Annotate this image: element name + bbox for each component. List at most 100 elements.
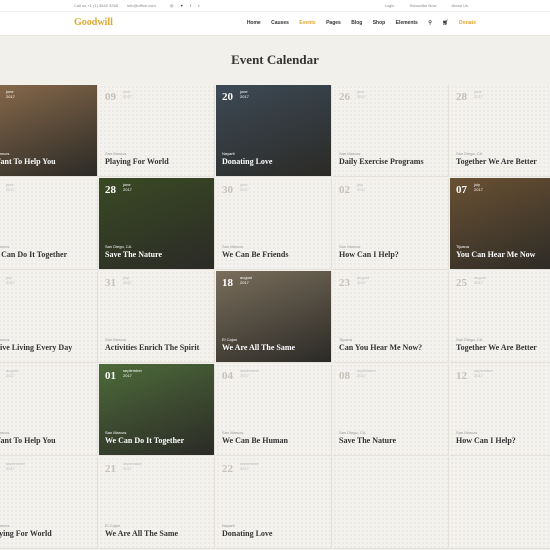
event-name[interactable]: Can You Hear Me Now? bbox=[339, 343, 422, 352]
event-day: 23 bbox=[339, 277, 350, 289]
event-year: 2017 bbox=[474, 279, 483, 285]
event-month: september 2017 bbox=[357, 368, 376, 378]
event-cell[interactable]: 08 september 2017 San Diego, CA Save The Nat… bbox=[333, 364, 449, 456]
event-day: 02 bbox=[339, 184, 350, 196]
event-cell[interactable]: 01 september 2017 San Marcos We Can Do It To… bbox=[99, 364, 215, 456]
event-name[interactable]: Together We Are Better bbox=[456, 343, 537, 352]
event-location: El Cajon bbox=[222, 337, 238, 342]
event-month: september 2017 bbox=[123, 461, 142, 471]
event-name[interactable]: Playing For World bbox=[0, 529, 52, 538]
event-year: 2017 bbox=[123, 372, 132, 378]
event-cell[interactable]: 28 june 2017 San Diego, CA Save The Nature bbox=[99, 178, 215, 270]
site-logo[interactable]: Goodwill bbox=[74, 17, 113, 28]
event-location: San Marcos bbox=[0, 244, 10, 249]
event-name[interactable]: I Want To Help You bbox=[0, 436, 56, 445]
event-name[interactable]: We Can Do It Together bbox=[105, 436, 184, 445]
event-cell[interactable]: 09 june 2017 San Marcos Playing For World bbox=[99, 85, 215, 177]
event-name[interactable]: Active Living Every Day bbox=[0, 343, 72, 352]
event-cell[interactable]: 28 june 2017 San Diego, CA Together We Are B… bbox=[450, 85, 550, 177]
event-cell[interactable]: 12 september 2017 San Marcos How Can I Help? bbox=[450, 364, 550, 456]
subscribe-link[interactable]: Subscribe Now bbox=[410, 3, 437, 8]
event-cell[interactable]: 11july2017San MarcosActive Living Every … bbox=[0, 271, 98, 363]
event-year: 2017 bbox=[240, 372, 249, 378]
event-location: San Diego, CA bbox=[339, 430, 366, 435]
event-cell[interactable]: 23 august 2017 Tijuana Can You Hear Me Now? bbox=[333, 271, 449, 363]
instagram-icon[interactable]: ◎ bbox=[170, 3, 174, 8]
event-cell[interactable]: 19june2017San MarcosI Want To Help You bbox=[0, 85, 98, 177]
event-name[interactable]: Playing For World bbox=[105, 157, 169, 166]
event-year: 2017 bbox=[6, 186, 15, 192]
event-month: june 2017 bbox=[6, 182, 15, 192]
nav-causes[interactable]: Causes bbox=[271, 20, 289, 26]
heart-icon[interactable]: ♥ bbox=[181, 3, 183, 8]
event-month: june 2017 bbox=[123, 182, 132, 192]
event-location: San Marcos bbox=[0, 430, 10, 435]
event-cell[interactable] bbox=[333, 457, 449, 549]
event-name[interactable]: We Are All The Same bbox=[222, 343, 295, 352]
nav-elements[interactable]: Elements bbox=[396, 20, 418, 26]
event-year: 2017 bbox=[6, 93, 15, 99]
event-name[interactable]: Donating Love bbox=[222, 157, 272, 166]
nav-home[interactable]: Home bbox=[247, 20, 261, 26]
event-cell[interactable]: 26 june 2017 San Marcos Daily Exercise Progr… bbox=[333, 85, 449, 177]
event-cell[interactable] bbox=[450, 457, 550, 549]
event-month: august 2017 bbox=[357, 275, 370, 285]
event-location: San Marcos bbox=[0, 151, 10, 156]
event-name[interactable]: I Want To Help You bbox=[0, 157, 56, 166]
event-location: San Diego, CA bbox=[456, 151, 483, 156]
nav-pages[interactable]: Pages bbox=[326, 20, 341, 26]
event-name[interactable]: We Are All The Same bbox=[105, 529, 178, 538]
nav-blog[interactable]: Blog bbox=[351, 20, 362, 26]
donate-button[interactable]: Donate bbox=[459, 20, 476, 26]
event-year: 2017 bbox=[240, 186, 249, 192]
event-month: september 2017 bbox=[240, 461, 259, 471]
event-name[interactable]: We Can Be Friends bbox=[222, 250, 288, 259]
cart-icon[interactable]: 🛒︎ bbox=[442, 20, 448, 26]
event-cell[interactable]: 04 september 2017 San Marcos We Can Be Human bbox=[216, 364, 332, 456]
login-link[interactable]: Login bbox=[385, 3, 395, 8]
event-cell[interactable]: 18 august 2017 El Cajon We Are All The Same bbox=[216, 271, 332, 363]
event-year: 2017 bbox=[123, 186, 132, 192]
event-location: San Marcos bbox=[222, 430, 244, 435]
twitter-icon[interactable]: t bbox=[198, 3, 199, 8]
event-cell[interactable]: 22 september 2017 Nayarit Donating Love bbox=[216, 457, 332, 549]
event-day: 01 bbox=[105, 370, 116, 382]
nav-shop[interactable]: Shop bbox=[373, 20, 386, 26]
event-name[interactable]: Donating Love bbox=[222, 529, 272, 538]
nav-events[interactable]: Events bbox=[299, 20, 315, 26]
event-cell[interactable]: 02 july 2017 San Marcos How Can I Help? bbox=[333, 178, 449, 270]
facebook-icon[interactable]: f bbox=[190, 3, 191, 8]
search-icon[interactable]: ⚲ bbox=[428, 20, 432, 26]
event-day: 04 bbox=[222, 370, 233, 382]
event-cell[interactable]: 21 september 2017 El Cajon We Are All The Sa… bbox=[99, 457, 215, 549]
event-cell[interactable]: 31 july 2017 San Marcos Activities Enrich Th… bbox=[99, 271, 215, 363]
event-cell[interactable]: 29august2017San MarcosI Want To Help You bbox=[0, 364, 98, 456]
event-cell[interactable]: 20 june 2017 Nayarit Donating Love bbox=[216, 85, 332, 177]
event-year: 2017 bbox=[474, 186, 483, 192]
event-name[interactable]: You Can Hear Me Now bbox=[456, 250, 535, 259]
event-name[interactable]: How Can I Help? bbox=[339, 250, 399, 259]
event-name[interactable]: Daily Exercise Programs bbox=[339, 157, 424, 166]
event-cell[interactable]: 07 july 2017 Tijuana You Can Hear Me Now bbox=[450, 178, 550, 270]
event-year: 2017 bbox=[357, 279, 366, 285]
event-name[interactable]: We Can Do It Together bbox=[0, 250, 67, 259]
event-cell[interactable]: 30 june 2017 San Marcos We Can Be Friends bbox=[216, 178, 332, 270]
email-text: info@office.com bbox=[127, 3, 156, 8]
event-year: 2017 bbox=[474, 93, 483, 99]
event-name[interactable]: Save The Nature bbox=[105, 250, 162, 259]
event-cell[interactable]: 15september2017San MarcosPlaying For Wor… bbox=[0, 457, 98, 549]
top-bar: Call us +1 (1) 3642 3268 info@office.com… bbox=[0, 0, 550, 11]
event-location: San Marcos bbox=[105, 151, 127, 156]
event-name[interactable]: How Can I Help? bbox=[456, 436, 516, 445]
event-name[interactable]: Together We Are Better bbox=[456, 157, 537, 166]
event-name[interactable]: We Can Be Human bbox=[222, 436, 288, 445]
event-cell[interactable]: 25 august 2017 San Diego, CA Together We Are… bbox=[450, 271, 550, 363]
event-name[interactable]: Save The Nature bbox=[339, 436, 396, 445]
event-cell[interactable]: 22june2017San MarcosWe Can Do It Togethe… bbox=[0, 178, 98, 270]
event-day: 08 bbox=[339, 370, 350, 382]
event-month: june 2017 bbox=[6, 89, 15, 99]
about-link[interactable]: About Us bbox=[452, 3, 468, 8]
event-month: june 2017 bbox=[357, 89, 366, 99]
event-name[interactable]: Activities Enrich The Spirit bbox=[105, 343, 199, 352]
event-year: 2017 bbox=[123, 465, 132, 471]
